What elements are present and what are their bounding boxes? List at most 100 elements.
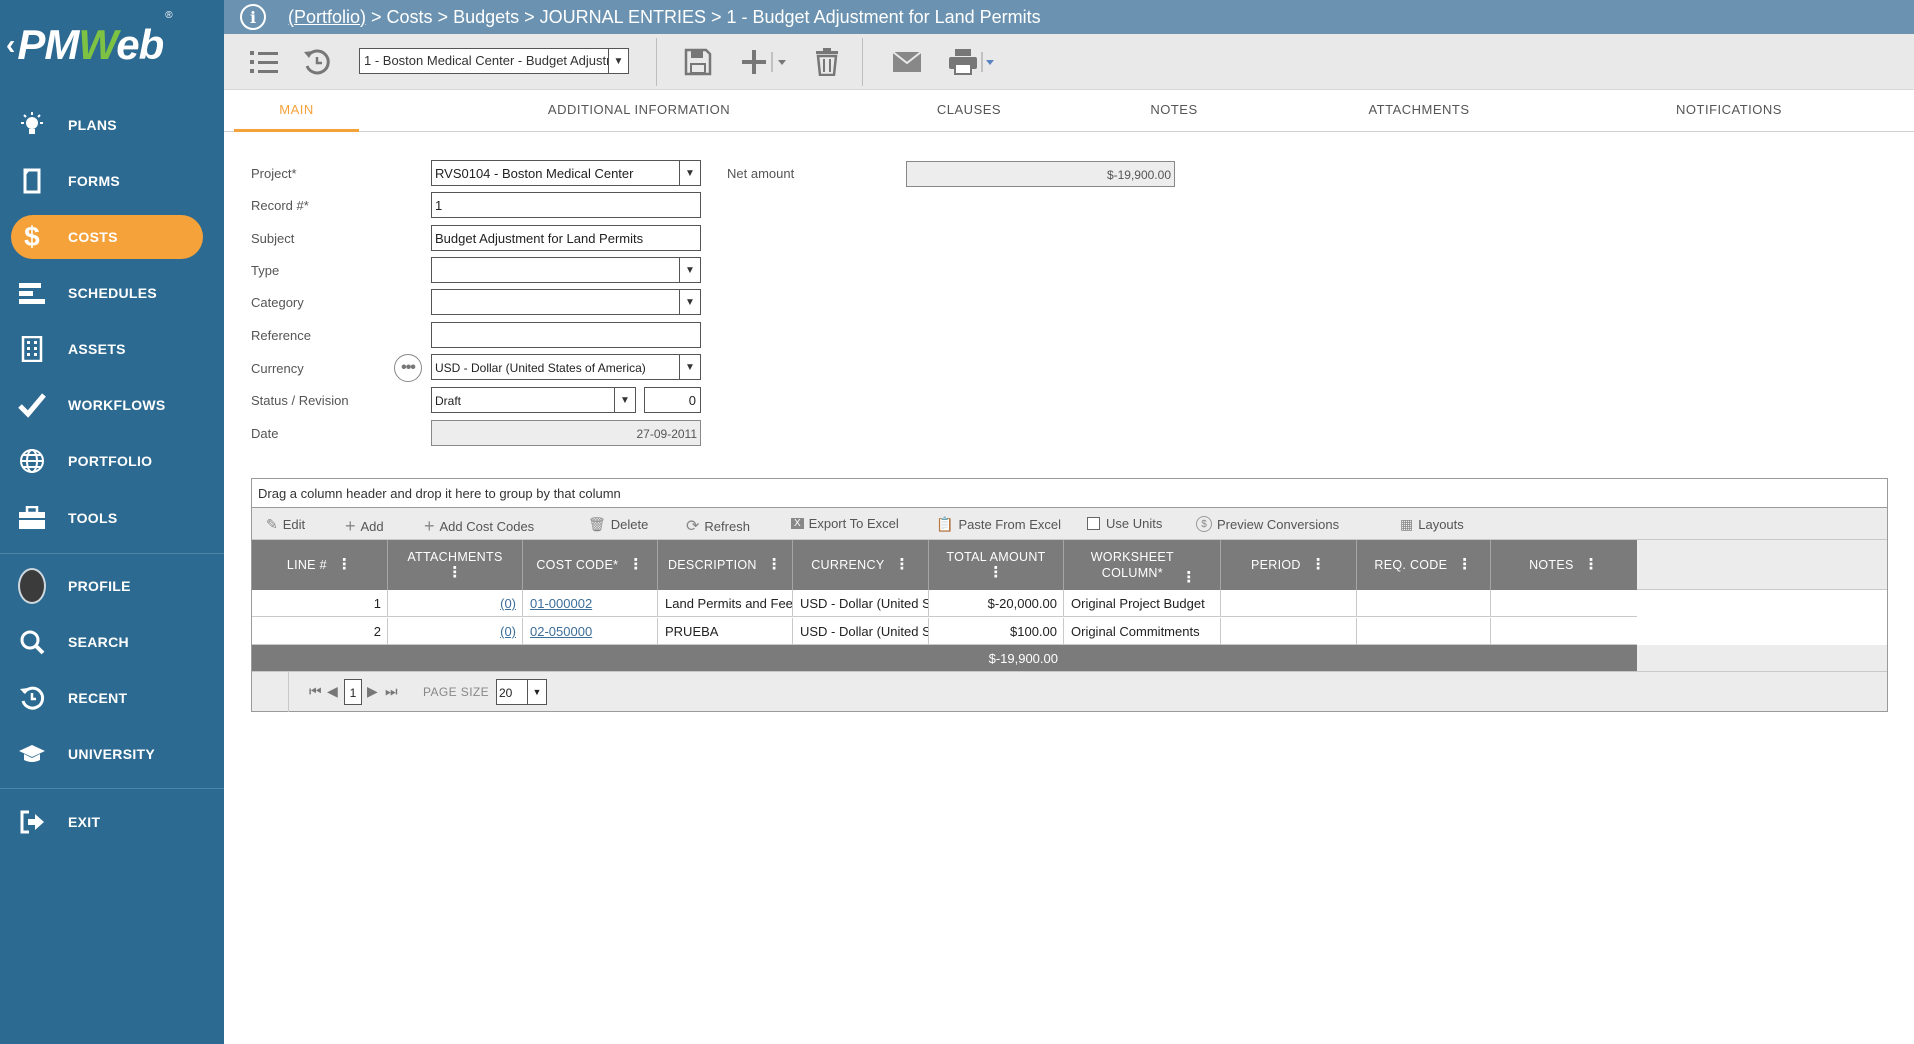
sidebar-item-schedules[interactable]: SCHEDULES bbox=[0, 271, 224, 315]
column-menu-icon[interactable]: ⋮ bbox=[988, 565, 1003, 581]
category-select[interactable]: ▼ bbox=[431, 289, 701, 315]
cell-req-code bbox=[1357, 618, 1491, 645]
last-page-icon[interactable]: ⏭ bbox=[385, 683, 398, 700]
previous-page-icon[interactable]: ◀ bbox=[327, 683, 338, 700]
column-header-description[interactable]: DESCRIPTION ⋮ bbox=[658, 540, 793, 590]
sidebar-divider bbox=[0, 553, 224, 554]
record-select[interactable]: 1 - Boston Medical Center - Budget Adjus… bbox=[359, 48, 629, 74]
page-size-select[interactable]: 20 ▼ bbox=[496, 679, 547, 705]
delete-icon[interactable] bbox=[814, 48, 840, 81]
column-menu-icon[interactable]: ⋮ bbox=[1311, 557, 1326, 573]
attachments-link[interactable]: (0) bbox=[500, 596, 516, 611]
add-icon[interactable] bbox=[740, 48, 788, 81]
toolbar-divider bbox=[862, 38, 863, 86]
sidebar-item-portfolio[interactable]: PORTFOLIO bbox=[0, 439, 224, 483]
save-icon[interactable] bbox=[684, 48, 712, 81]
sidebar-item-costs[interactable]: $ COSTS bbox=[11, 215, 203, 259]
subject-input[interactable]: Budget Adjustment for Land Permits bbox=[431, 225, 701, 251]
sidebar-item-search[interactable]: SEARCH bbox=[0, 620, 224, 664]
grid-edit-button[interactable]: ✎ Edit bbox=[266, 516, 305, 533]
column-header-cost-code[interactable]: COST CODE* ⋮ bbox=[523, 540, 658, 590]
cost-code-link[interactable]: 02-050000 bbox=[530, 624, 592, 639]
cell-notes bbox=[1491, 590, 1637, 617]
exit-icon bbox=[18, 808, 46, 836]
sidebar-item-workflows[interactable]: WORKFLOWS bbox=[0, 383, 224, 427]
sidebar-item-tools[interactable]: TOOLS bbox=[0, 496, 224, 540]
revision-input[interactable]: 0 bbox=[644, 387, 701, 413]
grid-delete-button[interactable]: 🗑 Delete bbox=[588, 516, 648, 533]
column-menu-icon[interactable]: ⋮ bbox=[337, 557, 352, 573]
column-menu-icon[interactable]: ⋮ bbox=[1584, 557, 1599, 573]
cost-code-link[interactable]: 01-000002 bbox=[530, 596, 592, 611]
tab-clauses[interactable]: CLAUSES bbox=[914, 90, 1024, 132]
grid-add-cost-codes-button[interactable]: + Add Cost Codes bbox=[424, 516, 534, 537]
page-number-input[interactable]: 1 bbox=[344, 679, 362, 705]
column-header-total-amount[interactable]: TOTAL AMOUNT ⋮ bbox=[929, 540, 1064, 590]
tab-attachments[interactable]: ATTACHMENTS bbox=[1339, 90, 1499, 132]
print-icon[interactable] bbox=[948, 48, 1004, 81]
briefcase-icon bbox=[18, 504, 46, 532]
record-number-input[interactable]: 1 bbox=[431, 192, 701, 218]
cell-description: PRUEBA bbox=[658, 618, 793, 645]
column-header-req-code[interactable]: REQ. CODE ⋮ bbox=[1357, 540, 1491, 590]
list-icon[interactable] bbox=[250, 48, 280, 81]
column-header-worksheet-column[interactable]: WORKSHEET COLUMN* ⋮ bbox=[1064, 540, 1221, 590]
grid-preview-conversions-button[interactable]: $ Preview Conversions bbox=[1196, 516, 1339, 532]
history-icon bbox=[18, 684, 46, 712]
net-amount-label: Net amount bbox=[727, 166, 795, 181]
column-menu-icon[interactable]: ⋮ bbox=[767, 557, 782, 573]
grid-add-button[interactable]: + Add bbox=[345, 516, 384, 537]
sidebar-item-recent[interactable]: RECENT bbox=[0, 676, 224, 720]
cell-cost-code: 02-050000 bbox=[523, 618, 658, 645]
attachments-link[interactable]: (0) bbox=[500, 624, 516, 639]
tab-main[interactable]: MAIN bbox=[234, 90, 359, 132]
column-menu-icon[interactable]: ⋮ bbox=[1457, 557, 1472, 573]
column-header-notes[interactable]: NOTES ⋮ bbox=[1491, 540, 1637, 590]
tab-additional-information[interactable]: ADDITIONAL INFORMATION bbox=[524, 90, 754, 132]
table-row[interactable]: 1 (0) 01-000002 Land Permits and Fees US… bbox=[252, 590, 1637, 617]
sidebar-item-university[interactable]: UNIVERSITY bbox=[0, 732, 224, 776]
currency-select[interactable]: USD - Dollar (United States of America) … bbox=[431, 354, 701, 380]
status-select[interactable]: Draft ▼ bbox=[431, 387, 636, 413]
tab-notifications[interactable]: NOTIFICATIONS bbox=[1644, 90, 1814, 132]
sidebar-item-profile[interactable]: PROFILE bbox=[0, 564, 224, 608]
sidebar-item-plans[interactable]: PLANS bbox=[0, 103, 224, 147]
history-icon[interactable] bbox=[302, 48, 332, 81]
cell-worksheet-column: Original Project Budget bbox=[1064, 590, 1221, 617]
sidebar-item-assets[interactable]: ASSETS bbox=[0, 327, 224, 371]
dollar-icon: $ bbox=[24, 221, 40, 252]
sidebar-item-label: RECENT bbox=[68, 690, 128, 706]
project-select[interactable]: RVS0104 - Boston Medical Center ▼ bbox=[431, 160, 701, 186]
sidebar-item-exit[interactable]: EXIT bbox=[0, 800, 224, 844]
first-page-icon[interactable]: ⏮ bbox=[309, 683, 322, 700]
use-units-checkbox[interactable]: Use Units bbox=[1087, 516, 1162, 531]
category-label: Category bbox=[251, 295, 304, 310]
tab-notes[interactable]: NOTES bbox=[1129, 90, 1219, 132]
table-row[interactable]: 2 (0) 02-050000 PRUEBA USD - Dollar (Uni… bbox=[252, 618, 1637, 645]
next-page-icon[interactable]: ▶ bbox=[367, 683, 378, 700]
pmweb-logo[interactable]: ‹ PMWeb ® bbox=[0, 0, 224, 90]
group-by-panel[interactable]: Drag a column header and drop it here to… bbox=[252, 479, 1887, 508]
reference-input[interactable] bbox=[431, 322, 701, 348]
column-menu-icon[interactable]: ⋮ bbox=[894, 557, 909, 573]
column-header-line[interactable]: LINE # ⋮ bbox=[252, 540, 388, 590]
grid-layouts-button[interactable]: ▦ Layouts bbox=[1400, 516, 1464, 533]
grid-refresh-button[interactable]: ⟳ Refresh bbox=[686, 516, 750, 536]
column-menu-icon[interactable]: ⋮ bbox=[628, 557, 643, 573]
info-icon[interactable]: i bbox=[240, 4, 266, 30]
breadcrumb-portfolio-link[interactable]: (Portfolio) bbox=[288, 7, 366, 28]
column-header-attachments[interactable]: ATTACHMENTS ⋮ bbox=[388, 540, 523, 590]
grid-total-amount: $-19,900.00 bbox=[988, 651, 1058, 666]
sidebar-item-forms[interactable]: FORMS bbox=[0, 159, 224, 203]
email-icon[interactable] bbox=[892, 51, 922, 78]
avatar bbox=[18, 568, 46, 604]
more-options-icon[interactable]: ••• bbox=[394, 354, 422, 382]
column-header-currency[interactable]: CURRENCY ⋮ bbox=[793, 540, 929, 590]
column-menu-icon[interactable]: ⋮ bbox=[447, 565, 462, 581]
cell-line: 2 bbox=[252, 618, 388, 645]
grid-export-excel-button[interactable]: X Export To Excel bbox=[791, 516, 899, 531]
column-header-period[interactable]: PERIOD ⋮ bbox=[1221, 540, 1357, 590]
type-select[interactable]: ▼ bbox=[431, 257, 701, 283]
column-menu-icon[interactable]: ⋮ bbox=[1181, 570, 1196, 586]
grid-paste-excel-button[interactable]: 📋 Paste From Excel bbox=[936, 516, 1061, 533]
